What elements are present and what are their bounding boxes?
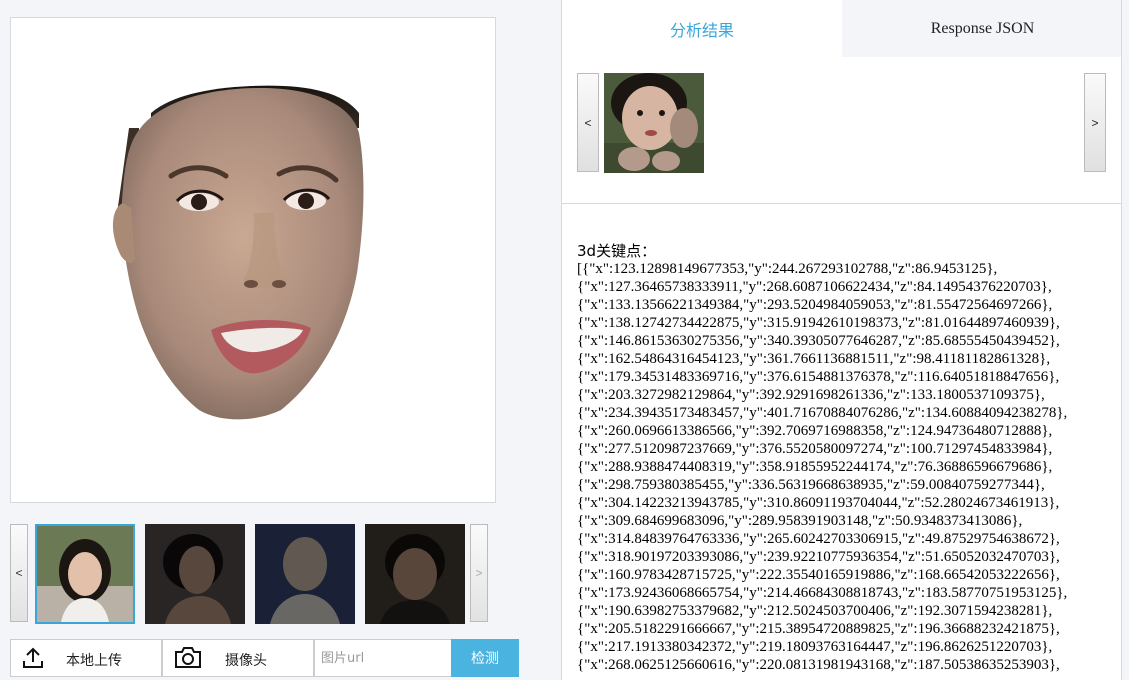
thumbnail-face-4[interactable] <box>365 524 465 624</box>
camera-button[interactable]: 摄像头 <box>162 639 314 677</box>
local-upload-label: 本地上传 <box>66 653 122 669</box>
thumbs-next-button[interactable]: > <box>470 524 488 622</box>
keypoints-title: 3d关键点： <box>577 242 657 260</box>
result-panel: 分析结果 Response JSON < > 3d关键点： [{"x":123.… <box>561 0 1122 680</box>
thumbnail-face-1[interactable] <box>35 524 135 624</box>
keypoint-line: {"x":146.86153630275356,"y":340.39305077… <box>577 333 1060 349</box>
keypoint-line: {"x":205.5182291666667,"y":215.389547208… <box>577 621 1060 637</box>
thumbnail-face-3[interactable] <box>255 524 355 624</box>
thumbnail-face-2[interactable] <box>145 524 245 624</box>
thumbs-prev-button[interactable]: < <box>10 524 28 622</box>
keypoint-line: {"x":179.34531483369716,"y":376.61548813… <box>577 369 1060 385</box>
result-face-thumbnail <box>604 73 704 173</box>
local-upload-button[interactable]: 本地上传 <box>10 639 162 677</box>
keypoints-list: [{"x":123.12898149677353,"y":244.2672931… <box>577 260 1117 674</box>
keypoint-line: {"x":277.5120987237669,"y":376.552058009… <box>577 441 1053 457</box>
upload-icon <box>21 646 45 674</box>
tab-response-json[interactable]: Response JSON <box>842 0 1121 57</box>
keypoint-line: {"x":288.9388474408319,"y":358.918559522… <box>577 459 1053 475</box>
keypoint-line: {"x":162.54864316454123,"y":361.76611368… <box>577 351 1051 367</box>
keypoint-line: {"x":160.9783428715725,"y":222.355401659… <box>577 567 1060 583</box>
keypoint-line: [{"x":123.12898149677353,"y":244.2672931… <box>577 261 998 277</box>
result-next-button[interactable]: > <box>1084 73 1106 172</box>
keypoint-line: {"x":298.759380385455,"y":336.5631966863… <box>577 477 1045 493</box>
face-preview <box>10 17 496 503</box>
keypoint-line: {"x":217.1913380342372,"y":219.180937631… <box>577 639 1053 655</box>
keypoint-line: {"x":190.63982753379682,"y":212.50245037… <box>577 603 1053 619</box>
result-prev-button[interactable]: < <box>577 73 599 172</box>
keypoint-line: {"x":304.14223213943785,"y":310.86091193… <box>577 495 1060 511</box>
image-url-input[interactable] <box>314 639 452 677</box>
camera-icon <box>173 646 203 674</box>
keypoint-line: {"x":133.13566221349384,"y":293.52049840… <box>577 297 1053 313</box>
result-tabs: 分析结果 Response JSON <box>562 0 1121 57</box>
keypoint-line: {"x":260.0696613386566,"y":392.706971698… <box>577 423 1053 439</box>
3d-face-render <box>112 85 364 420</box>
input-toolbar: 本地上传 摄像头 检测 <box>10 639 520 677</box>
section-divider <box>562 203 1121 204</box>
keypoint-line: {"x":138.12742734422875,"y":315.91942610… <box>577 315 1060 331</box>
keypoint-line: {"x":318.90197203393086,"y":239.92210775… <box>577 549 1060 565</box>
keypoint-line: {"x":314.84839764763336,"y":265.60242703… <box>577 531 1060 547</box>
keypoint-line: {"x":234.39435173483457,"y":401.71670884… <box>577 405 1068 421</box>
keypoint-line: {"x":203.3272982129864,"y":392.929169826… <box>577 387 1045 403</box>
keypoint-line: {"x":309.684699683096,"y":289.9583919031… <box>577 513 1023 529</box>
camera-label: 摄像头 <box>225 653 267 669</box>
thumbnail-strip: < > <box>10 524 490 624</box>
tab-analysis-result[interactable]: 分析结果 <box>562 0 842 57</box>
keypoint-line: {"x":127.36465738333911,"y":268.60871066… <box>577 279 1052 295</box>
keypoint-line: {"x":173.92436068665754,"y":214.46684308… <box>577 585 1068 601</box>
keypoint-line: {"x":268.0625125660616,"y":220.081319819… <box>577 657 1060 673</box>
detect-button[interactable]: 检测 <box>451 639 519 677</box>
keypoints-output: 3d关键点： [{"x":123.12898149677353,"y":244.… <box>577 242 1117 674</box>
